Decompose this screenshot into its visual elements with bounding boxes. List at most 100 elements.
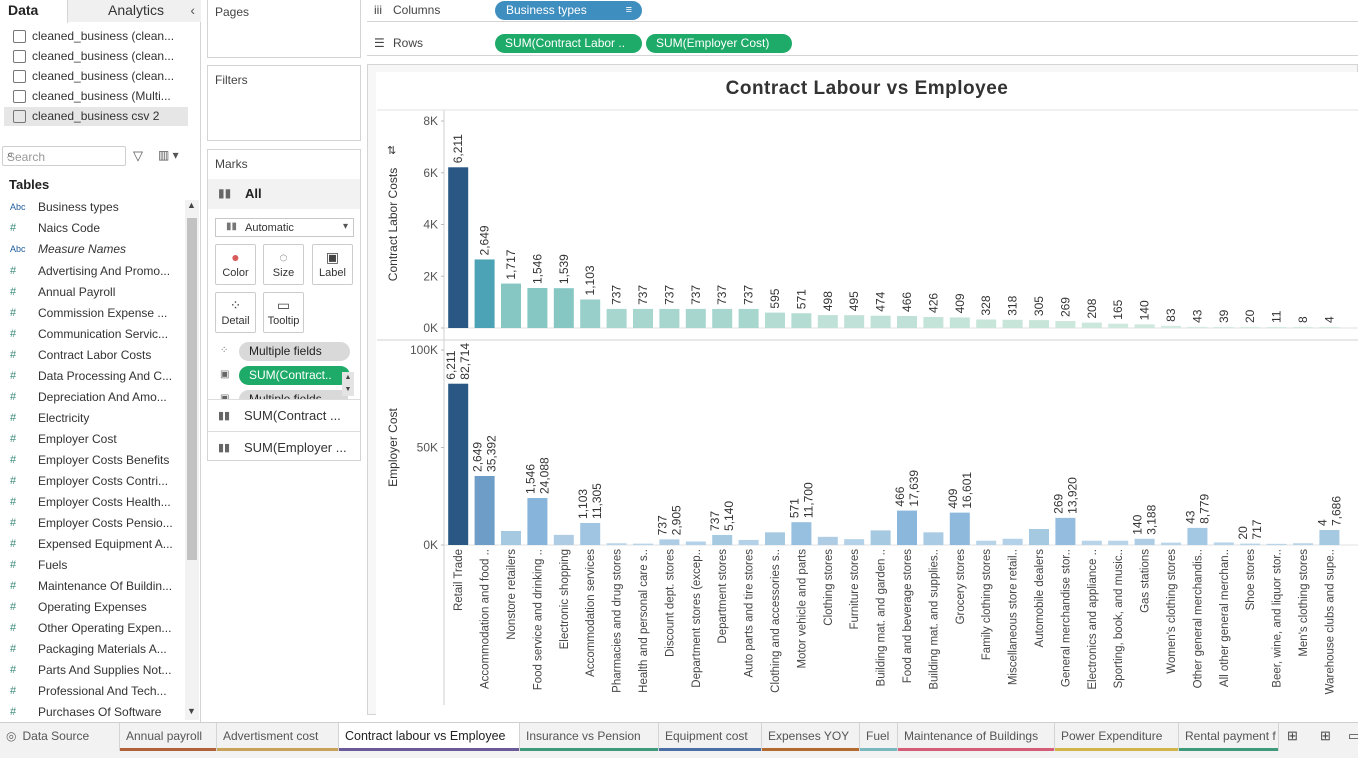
datasource-item[interactable]: cleaned_business (clean... <box>4 47 188 66</box>
bar[interactable] <box>712 308 733 328</box>
field-item[interactable]: # Packaging Materials A... <box>10 639 182 660</box>
bar[interactable] <box>712 534 733 545</box>
marks-all-row[interactable]: ▮▮ All <box>208 179 360 209</box>
bar[interactable] <box>1319 530 1340 545</box>
field-item[interactable]: # Contract Labor Costs <box>10 345 182 366</box>
datasource-item[interactable]: cleaned_business (clean... <box>4 27 188 46</box>
bar[interactable] <box>685 541 706 545</box>
field-list-scrollbar[interactable]: ▲ ▼ <box>185 200 199 720</box>
bar[interactable] <box>817 315 838 328</box>
field-item[interactable]: # Naics Code <box>10 218 182 239</box>
bar[interactable] <box>580 522 601 545</box>
sheet-tab[interactable]: Expenses YOY <box>762 723 860 751</box>
bar[interactable] <box>553 534 574 545</box>
bar[interactable] <box>633 543 653 545</box>
field-item[interactable]: # Communication Servic... <box>10 324 182 345</box>
field-item[interactable]: # Operating Expenses <box>10 597 182 618</box>
marks-measure-section[interactable]: ▮▮ SUM(Contract ... <box>208 399 360 431</box>
marks-pill-row[interactable]: ▣ Multiple fields <box>218 390 348 399</box>
marks-pill[interactable]: Multiple fields <box>239 390 348 399</box>
rows-shelf[interactable]: ☰ Rows SUM(Contract Labor .. SUM(Employe… <box>367 32 1358 56</box>
bar[interactable] <box>606 308 627 328</box>
marks-pill-row[interactable]: ▣ SUM(Contract.. <box>218 366 350 386</box>
columns-shelf[interactable]: iii Columns Business types ≡ <box>367 0 1358 22</box>
datasource-item[interactable]: cleaned_business (clean... <box>4 67 188 86</box>
row-pill-contract-labor[interactable]: SUM(Contract Labor .. <box>495 34 642 53</box>
bar[interactable] <box>1081 540 1102 545</box>
field-item[interactable]: # Parts And Supplies Not... <box>10 660 182 681</box>
field-item[interactable]: # Employer Costs Health... <box>10 492 182 513</box>
field-item[interactable]: # Electricity <box>10 408 182 429</box>
field-item[interactable]: # Annual Payroll <box>10 282 182 303</box>
sheet-tab[interactable]: Insurance vs Pension <box>520 723 659 751</box>
bar[interactable] <box>1161 325 1181 328</box>
label-button[interactable]: ▣ Label <box>312 244 353 285</box>
bar[interactable] <box>1213 542 1234 545</box>
field-item[interactable]: # Employer Cost <box>10 429 182 450</box>
marks-pill-scroll[interactable]: ▲ ▼ <box>342 372 354 396</box>
sheet-tab[interactable]: Maintenance of Buildings <box>898 723 1055 751</box>
datasource-item[interactable]: cleaned_business (Multi... <box>4 87 188 106</box>
bar[interactable] <box>791 522 812 545</box>
sheet-tab[interactable]: Equipment cost <box>659 723 762 751</box>
field-item[interactable]: # Advertising And Promo... <box>10 261 182 282</box>
sheet-tab[interactable]: Rental payment f <box>1179 723 1279 751</box>
datasource-item[interactable]: cleaned_business csv 2 <box>4 107 188 126</box>
sheet-tab[interactable]: Annual payroll <box>120 723 217 751</box>
field-item[interactable]: # Expensed Equipment A... <box>10 534 182 555</box>
column-pill-business-types[interactable]: Business types ≡ <box>495 1 642 20</box>
bar[interactable] <box>923 316 944 328</box>
bar[interactable] <box>844 539 865 545</box>
marks-measure-section[interactable]: ▮▮ SUM(Employer ... <box>208 431 360 463</box>
bar[interactable] <box>1134 538 1155 545</box>
bar[interactable] <box>527 287 548 328</box>
filters-shelf[interactable]: Filters <box>207 65 361 141</box>
bar[interactable] <box>1187 326 1208 328</box>
size-button[interactable]: ◌ Size <box>263 244 304 285</box>
detail-button[interactable]: ⁘ Detail <box>215 292 256 333</box>
field-item[interactable]: # Employer Costs Contri... <box>10 471 182 492</box>
bar[interactable] <box>1002 319 1023 328</box>
bar[interactable] <box>1293 327 1313 328</box>
mark-type-dropdown[interactable]: ▮▮ Automatic ▾ <box>215 218 354 237</box>
bar[interactable] <box>1240 327 1261 328</box>
sheet-tab[interactable]: Fuel <box>860 723 898 751</box>
view-options-icon[interactable]: ▥ ▾ <box>158 148 179 162</box>
new-story-icon[interactable]: ▭ <box>1348 728 1358 744</box>
bar[interactable] <box>501 283 521 328</box>
sheet-tab[interactable]: Contract labour vs Employee <box>339 723 520 751</box>
bar[interactable] <box>1029 320 1049 328</box>
bar[interactable] <box>817 536 838 545</box>
field-item[interactable]: # Employer Costs Pensio... <box>10 513 182 534</box>
search-input[interactable]: Search ⌕ <box>2 146 126 166</box>
field-item[interactable]: # Purchases Of Software <box>10 702 182 723</box>
bar[interactable] <box>659 308 680 328</box>
field-item[interactable]: # Other Operating Expen... <box>10 618 182 639</box>
bar[interactable] <box>738 539 759 545</box>
scroll-up-icon[interactable]: ▲ <box>187 200 196 210</box>
bar[interactable] <box>448 383 469 545</box>
sheet-tab[interactable]: Advertisment cost <box>217 723 339 751</box>
tooltip-button[interactable]: ▭ Tooltip <box>263 292 304 333</box>
marks-pill-row[interactable]: ⁘ Multiple fields <box>218 342 350 362</box>
sort-icon[interactable]: ≡ <box>626 1 632 20</box>
filter-icon[interactable]: ▽ <box>133 148 143 164</box>
collapse-pane-icon[interactable]: ‹ <box>190 0 195 20</box>
marks-pill[interactable]: Multiple fields <box>239 342 350 361</box>
tab-data[interactable]: Data <box>0 0 68 23</box>
bar[interactable] <box>976 319 997 328</box>
field-item[interactable]: # Commission Expense ... <box>10 303 182 324</box>
bar[interactable] <box>474 259 495 328</box>
bar[interactable] <box>1266 327 1287 328</box>
field-item[interactable]: # Data Processing And C... <box>10 366 182 387</box>
row-pill-employer-cost[interactable]: SUM(Employer Cost) <box>646 34 792 53</box>
bar[interactable] <box>897 510 917 545</box>
bar[interactable] <box>1266 543 1287 545</box>
bar[interactable] <box>448 167 469 328</box>
new-worksheet-icon[interactable]: ⊞ <box>1287 728 1298 744</box>
bar[interactable] <box>527 498 548 545</box>
bar[interactable] <box>474 475 495 545</box>
bar[interactable] <box>870 530 891 545</box>
bar[interactable] <box>844 315 865 328</box>
color-button[interactable]: ● Color <box>215 244 256 285</box>
